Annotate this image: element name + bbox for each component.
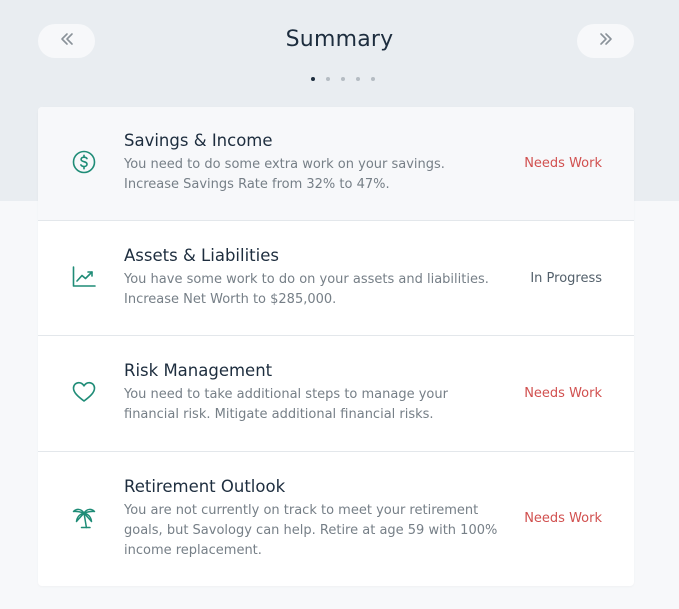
summary-item-retirement-outlook[interactable]: Retirement Outlook You are not currently… bbox=[38, 452, 634, 586]
heart-icon bbox=[71, 379, 97, 405]
palm-tree-icon bbox=[71, 504, 97, 530]
next-button[interactable] bbox=[577, 24, 634, 58]
page-dot-3[interactable] bbox=[340, 77, 345, 81]
item-description-line: You need to do some extra work on your s… bbox=[124, 157, 445, 172]
status-badge: Needs Work bbox=[524, 511, 602, 526]
item-description-line: Increase Savings Rate from 32% to 47%. bbox=[124, 177, 390, 192]
double-chevron-right-icon bbox=[597, 30, 615, 52]
summary-item-savings-income[interactable]: Savings & Income You need to do some ext… bbox=[38, 107, 634, 221]
item-description-line: You need to take additional steps to man… bbox=[124, 387, 448, 402]
item-description-line: Increase Net Worth to $285,000. bbox=[124, 292, 337, 307]
dollar-circle-icon bbox=[71, 149, 97, 175]
item-description: You need to do some extra work on your s… bbox=[124, 155, 469, 195]
status-badge: Needs Work bbox=[524, 156, 602, 171]
item-description: You are not currently on track to meet y… bbox=[124, 501, 498, 561]
page-dot-1[interactable] bbox=[310, 77, 315, 81]
page-dot-4[interactable] bbox=[355, 77, 360, 81]
page-dot-5[interactable] bbox=[370, 77, 375, 81]
item-title: Risk Management bbox=[124, 361, 273, 380]
item-description-line: financial risk. Mitigate additional fina… bbox=[124, 407, 434, 422]
item-description: You have some work to do on your assets … bbox=[124, 270, 489, 310]
status-badge: Needs Work bbox=[524, 386, 602, 401]
item-title: Assets & Liabilities bbox=[124, 246, 279, 265]
item-description-line: You are not currently on track to meet y… bbox=[124, 503, 479, 518]
item-title: Retirement Outlook bbox=[124, 477, 286, 496]
chart-trend-up-icon bbox=[71, 264, 97, 290]
summary-item-risk-management[interactable]: Risk Management You need to take additio… bbox=[38, 336, 634, 452]
summary-item-assets-liabilities[interactable]: Assets & Liabilities You have some work … bbox=[38, 221, 634, 336]
page-indicator bbox=[0, 77, 679, 81]
item-description-line: You have some work to do on your assets … bbox=[124, 272, 489, 287]
page-dot-2[interactable] bbox=[325, 77, 330, 81]
item-description: You need to take additional steps to man… bbox=[124, 385, 469, 425]
status-badge: In Progress bbox=[530, 271, 602, 286]
item-title: Savings & Income bbox=[124, 131, 273, 150]
summary-card: Savings & Income You need to do some ext… bbox=[38, 107, 634, 586]
item-description-line: goals, but Savology can help. Retire at … bbox=[124, 523, 498, 538]
item-description-line: income replacement. bbox=[124, 543, 262, 558]
